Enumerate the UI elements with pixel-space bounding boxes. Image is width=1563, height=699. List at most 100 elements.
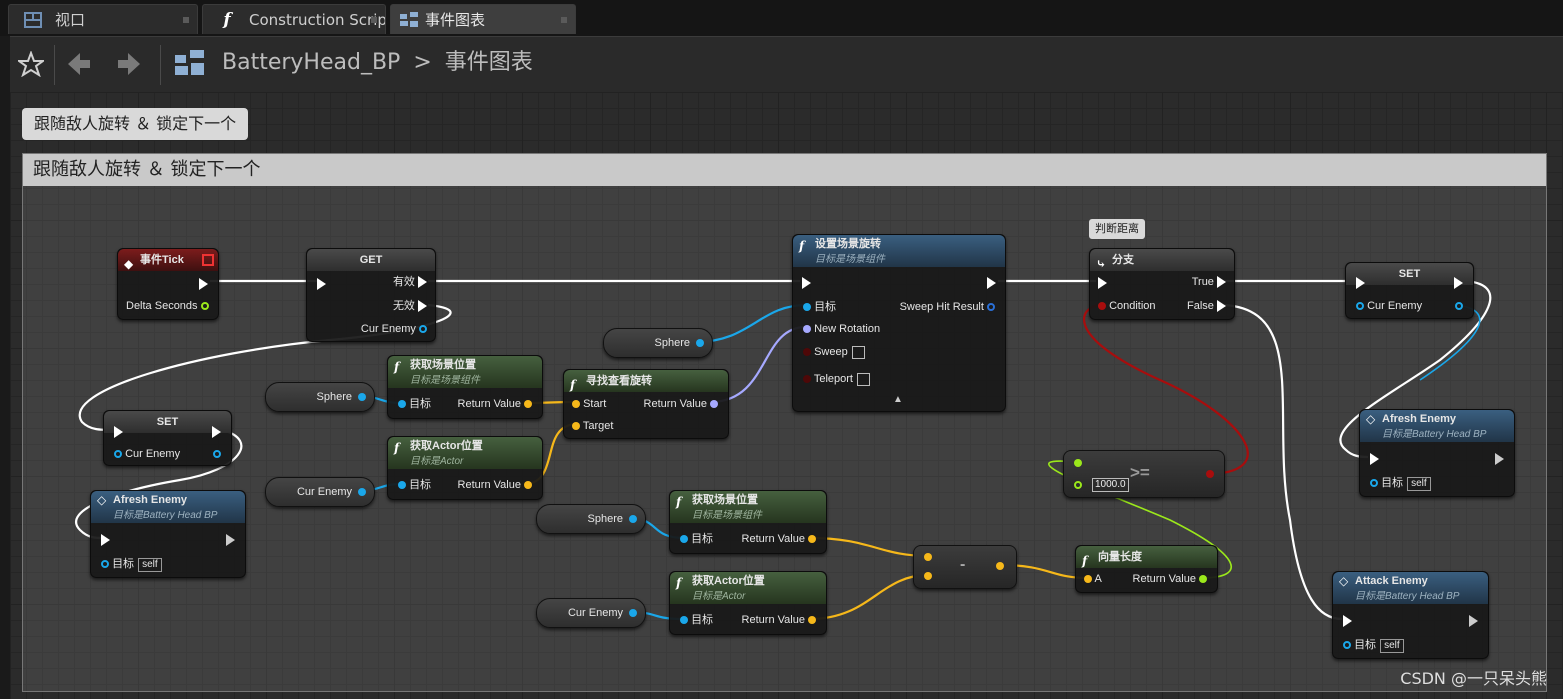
cur-enemy-variable-node[interactable]: Cur Enemy: [536, 598, 646, 628]
forward-arrow-icon[interactable]: [116, 51, 142, 77]
target-pin[interactable]: 目标 self: [101, 557, 162, 572]
a-input-pin[interactable]: [924, 553, 932, 561]
vector-length-node[interactable]: f 向量长度 A Return Value: [1075, 545, 1218, 593]
exec-out-pin[interactable]: [212, 425, 221, 439]
exec-in-pin[interactable]: [1343, 614, 1352, 628]
return-value-pin[interactable]: Return Value: [742, 532, 816, 546]
tab-viewport-label: 视口: [55, 11, 86, 29]
cur-enemy-pin[interactable]: Cur Enemy: [114, 447, 180, 461]
a-pin[interactable]: A: [1084, 572, 1102, 586]
teleport-checkbox[interactable]: [857, 372, 870, 386]
invalid-pin[interactable]: 无效: [393, 299, 427, 313]
exec-in-pin[interactable]: [1356, 276, 1365, 290]
target-pin[interactable]: 目标: [680, 532, 713, 546]
cur-enemy-out-pin[interactable]: [213, 447, 221, 461]
get-world-location-node[interactable]: f 获取场景位置 目标是场景组件 目标 Return Value: [669, 490, 827, 554]
b-input-pin[interactable]: [924, 572, 932, 580]
cur-enemy-pin[interactable]: Cur Enemy: [1356, 299, 1422, 313]
get-actor-location-node[interactable]: f 获取Actor位置 目标是Actor 目标 Return Value: [387, 436, 543, 500]
return-value-pin[interactable]: Return Value: [458, 397, 532, 411]
sphere-variable-node[interactable]: Sphere: [603, 328, 713, 358]
cur-enemy-pin[interactable]: Cur Enemy: [361, 322, 427, 336]
return-value-pin[interactable]: Return Value: [458, 478, 532, 492]
false-pin[interactable]: False: [1187, 299, 1226, 313]
cur-enemy-variable-node[interactable]: Cur Enemy: [265, 477, 375, 507]
new-rotation-pin[interactable]: New Rotation: [803, 322, 880, 336]
vector-subtract-node[interactable]: -: [913, 545, 1017, 589]
return-value-pin[interactable]: Return Value: [742, 613, 816, 627]
tab-event-graph[interactable]: 事件图表: [390, 4, 576, 34]
start-pin[interactable]: Start: [572, 397, 606, 411]
attack-enemy-node[interactable]: ◇ Attack Enemy 目标是Battery Head BP 目标 self: [1332, 571, 1489, 659]
comment-bubble[interactable]: 跟随敌人旋转 ＆ 锁定下一个: [22, 108, 249, 140]
node-subtitle: 目标是Battery Head BP: [1355, 591, 1460, 602]
exec-out-pin[interactable]: [199, 277, 208, 291]
target-pin[interactable]: Target: [572, 419, 613, 433]
sweep-pin[interactable]: Sweep: [803, 345, 865, 359]
set-cur-enemy-node[interactable]: SET Cur Enemy: [103, 410, 232, 466]
sphere-variable-node[interactable]: Sphere: [265, 382, 375, 412]
set-world-rotation-node[interactable]: f 设置场景旋转 目标是场景组件 目标 Sweep Hit Result New…: [792, 234, 1006, 412]
back-arrow-icon[interactable]: [66, 51, 92, 77]
delta-seconds-pin[interactable]: Delta Seconds: [126, 299, 209, 313]
exec-in-pin[interactable]: [1370, 452, 1379, 466]
tab-viewport[interactable]: 视口: [8, 4, 198, 34]
event-tick-node[interactable]: ◆ 事件Tick Delta Seconds: [117, 248, 219, 320]
exec-in-pin[interactable]: [317, 277, 326, 291]
tab-construction-script[interactable]: f Construction Scrip: [202, 4, 386, 34]
node-title: 事件Tick: [140, 254, 184, 266]
exec-out-pin[interactable]: [1469, 614, 1478, 628]
sweep-hit-result-pin[interactable]: Sweep Hit Result: [900, 300, 995, 314]
a-input-pin[interactable]: [1074, 459, 1082, 467]
sweep-checkbox[interactable]: [851, 345, 865, 359]
target-pin[interactable]: 目标 self: [1370, 476, 1431, 491]
exec-in-pin[interactable]: [101, 533, 110, 547]
target-pin[interactable]: 目标 self: [1343, 638, 1404, 653]
star-icon[interactable]: [18, 51, 44, 77]
compare-value-input[interactable]: 1000.0: [1092, 478, 1129, 492]
tab-close-icon[interactable]: [183, 17, 189, 23]
cur-enemy-out-pin[interactable]: [1455, 299, 1463, 313]
find-look-at-rotation-node[interactable]: f 寻找查看旋转 Start Target Return Value: [563, 369, 729, 439]
tab-close-icon[interactable]: [561, 17, 567, 23]
target-pin[interactable]: 目标: [398, 397, 431, 411]
target-pin[interactable]: 目标: [803, 300, 836, 314]
true-pin[interactable]: True: [1192, 275, 1226, 289]
function-icon: f: [676, 576, 682, 590]
exec-in-pin[interactable]: [114, 425, 123, 439]
output-pin[interactable]: [996, 562, 1004, 570]
comment-header[interactable]: 跟随敌人旋转 ＆ 锁定下一个: [23, 154, 1546, 186]
pin-label: Return Value: [741, 614, 805, 626]
expand-arrow-icon[interactable]: ▲: [893, 393, 903, 407]
branch-node[interactable]: ⤷ 分支 True Condition False: [1089, 248, 1235, 320]
set-cur-enemy-node[interactable]: SET Cur Enemy: [1345, 262, 1474, 319]
greater-equal-node[interactable]: 1000.0 >=: [1063, 450, 1225, 498]
teleport-pin[interactable]: Teleport: [803, 372, 870, 386]
get-node[interactable]: GET 有效 无效 Cur Enemy: [306, 248, 436, 342]
get-actor-location-node[interactable]: f 获取Actor位置 目标是Actor 目标 Return Value: [669, 571, 827, 635]
node-header: f 获取Actor位置 目标是Actor: [388, 437, 542, 469]
valid-pin[interactable]: 有效: [393, 275, 427, 289]
branch-comment-bubble[interactable]: 判断距离: [1089, 219, 1145, 239]
get-world-location-node[interactable]: f 获取场景位置 目标是场景组件 目标 Return Value: [387, 355, 543, 419]
afresh-enemy-node[interactable]: ◇ Afresh Enemy 目标是Battery Head BP 目标 self: [90, 490, 246, 578]
breadcrumb-graph[interactable]: 事件图表: [445, 50, 533, 75]
exec-in-pin[interactable]: [1098, 276, 1107, 290]
return-value-pin[interactable]: Return Value: [1133, 572, 1207, 586]
exec-in-pin[interactable]: [802, 276, 811, 290]
breadcrumb-blueprint[interactable]: BatteryHead_BP: [222, 50, 400, 75]
target-pin[interactable]: 目标: [680, 613, 713, 627]
output-pin[interactable]: [1206, 470, 1214, 478]
afresh-enemy-node[interactable]: ◇ Afresh Enemy 目标是Battery Head BP 目标 self: [1359, 409, 1515, 497]
pin-label: 目标: [691, 533, 714, 545]
exec-out-pin[interactable]: [1495, 452, 1504, 466]
tab-close-icon[interactable]: [371, 17, 377, 23]
b-input-pin[interactable]: [1074, 481, 1082, 489]
condition-pin[interactable]: Condition: [1098, 299, 1156, 313]
target-pin[interactable]: 目标: [398, 478, 431, 492]
sphere-variable-node[interactable]: Sphere: [536, 504, 646, 534]
return-value-pin[interactable]: Return Value: [644, 397, 718, 411]
exec-out-pin[interactable]: [226, 533, 235, 547]
exec-out-pin[interactable]: [987, 276, 996, 290]
exec-out-pin[interactable]: [1454, 276, 1463, 290]
